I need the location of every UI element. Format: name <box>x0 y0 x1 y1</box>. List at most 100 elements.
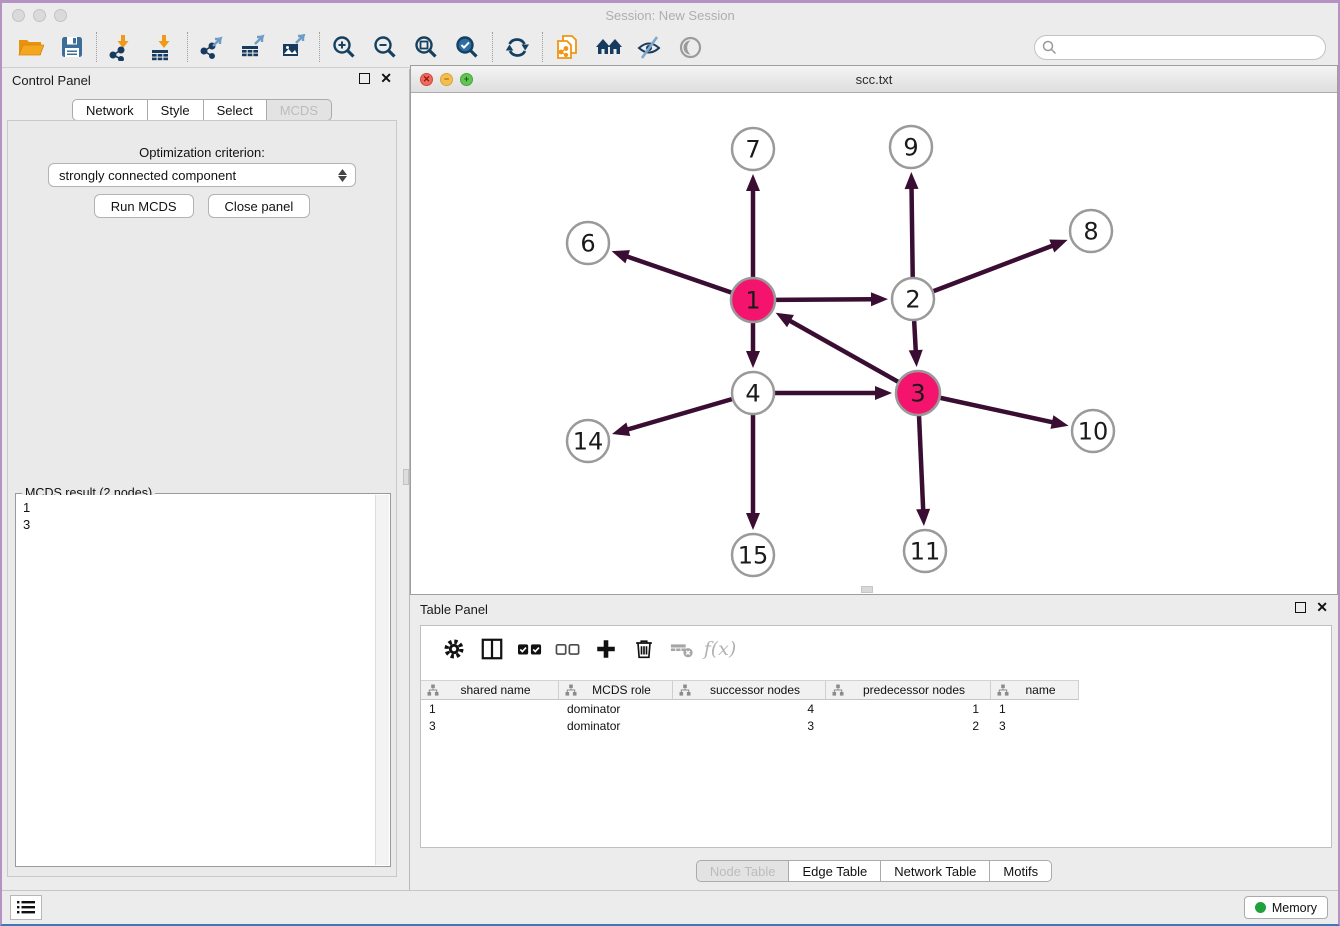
panel-divider[interactable] <box>402 69 410 890</box>
birdseye-button[interactable] <box>670 30 711 64</box>
table-cell[interactable]: dominator <box>559 717 673 734</box>
arrowhead-icon <box>612 250 630 263</box>
tab-mcds[interactable]: MCDS <box>267 99 332 121</box>
import-table-button[interactable] <box>142 30 183 64</box>
node-label: 1 <box>745 287 760 315</box>
table-cell[interactable]: 2 <box>826 717 991 734</box>
network-window-titlebar[interactable]: ✕ − + scc.txt <box>411 66 1337 93</box>
table-panel: Table Panel ✕ <box>410 598 1338 890</box>
zoom-selected-button[interactable] <box>447 30 488 64</box>
network-graph[interactable]: 7968124314101511 <box>411 93 1337 594</box>
tab-motifs[interactable]: Motifs <box>990 860 1052 882</box>
table-cell[interactable]: 1 <box>991 700 1079 717</box>
arrowhead-icon <box>916 509 930 526</box>
node-label: 8 <box>1083 218 1098 246</box>
tab-edge-table[interactable]: Edge Table <box>789 860 881 882</box>
edge-1-6[interactable] <box>626 256 731 292</box>
tab-network-table[interactable]: Network Table <box>881 860 990 882</box>
split-panel-button[interactable] <box>473 631 511 667</box>
table-cell[interactable]: 3 <box>991 717 1079 734</box>
refresh-button[interactable] <box>497 30 538 64</box>
table-tabs: Node TableEdge TableNetwork TableMotifs <box>696 860 1052 882</box>
mcds-result-box: MCDS result (2 nodes) 1 3 <box>15 493 391 867</box>
search-icon <box>1042 40 1057 55</box>
control-panel-tabs: NetworkStyleSelectMCDS <box>72 99 332 121</box>
column-header-shared-name[interactable]: shared name <box>421 680 559 700</box>
table-cell[interactable]: 3 <box>421 717 559 734</box>
mcds-result-text[interactable]: 1 3 <box>17 495 375 865</box>
task-history-button[interactable] <box>10 895 42 920</box>
float-panel-icon[interactable] <box>1295 602 1306 613</box>
result-scrollbar[interactable] <box>375 495 389 865</box>
zoom-in-button[interactable] <box>324 30 365 64</box>
tab-node-table[interactable]: Node Table <box>696 860 790 882</box>
close-panel-icon[interactable]: ✕ <box>1316 602 1328 613</box>
table-row[interactable]: 1dominator411 <box>421 700 1331 717</box>
import-network-button[interactable] <box>101 30 142 64</box>
export-table-icon <box>240 34 267 61</box>
column-header-name[interactable]: name <box>991 680 1079 700</box>
export-table-button[interactable] <box>233 30 274 64</box>
column-header-successor-nodes[interactable]: successor nodes <box>673 680 826 700</box>
network-canvas[interactable]: 7968124314101511 <box>411 93 1337 594</box>
tab-style[interactable]: Style <box>148 99 204 121</box>
hide-graphics-button[interactable] <box>629 30 670 64</box>
zoom-fit-button[interactable] <box>406 30 447 64</box>
save-session-button[interactable] <box>51 30 92 64</box>
edge-1-2[interactable] <box>776 299 873 300</box>
float-panel-icon[interactable] <box>359 73 370 84</box>
edge-3-1[interactable] <box>789 320 898 382</box>
table-cell[interactable]: 3 <box>673 717 826 734</box>
function-builder-button[interactable]: f(x) <box>701 631 739 667</box>
edge-3-11[interactable] <box>919 416 923 511</box>
export-image-button[interactable] <box>274 30 315 64</box>
toolbar-separator <box>187 32 188 62</box>
tab-network[interactable]: Network <box>72 99 148 121</box>
close-panel-icon[interactable]: ✕ <box>380 73 392 84</box>
edge-2-9[interactable] <box>912 187 913 277</box>
table-cell[interactable]: dominator <box>559 700 673 717</box>
edge-2-8[interactable] <box>934 245 1054 291</box>
search-input[interactable] <box>1034 35 1326 60</box>
node-label: 6 <box>580 230 595 258</box>
delete-table-button[interactable] <box>663 631 701 667</box>
node-label: 14 <box>573 428 604 456</box>
home-button[interactable] <box>588 30 629 64</box>
edge-2-3[interactable] <box>914 321 916 352</box>
node-label: 7 <box>745 136 760 164</box>
network-view-window: ✕ − + scc.txt 7968124314101511 <box>410 65 1338 595</box>
toolbar-separator <box>492 32 493 62</box>
gear-button[interactable] <box>435 631 473 667</box>
open-session-icon <box>17 34 44 60</box>
memory-button[interactable]: Memory <box>1244 896 1328 919</box>
status-bar: Memory <box>2 890 1338 924</box>
add-column-button[interactable] <box>587 631 625 667</box>
zoom-fit-icon <box>413 34 440 61</box>
split-panel-icon <box>480 637 504 661</box>
divider-handle-icon[interactable] <box>403 469 409 485</box>
close-panel-button[interactable]: Close panel <box>208 194 311 218</box>
edge-4-14[interactable] <box>626 399 731 430</box>
open-session-button[interactable] <box>10 30 51 64</box>
table-cell[interactable]: 1 <box>826 700 991 717</box>
table-cell[interactable]: 4 <box>673 700 826 717</box>
select-all-button[interactable] <box>511 631 549 667</box>
table-cell[interactable]: 1 <box>421 700 559 717</box>
application-window: Session: New Session <box>0 0 1340 926</box>
import-network-icon <box>108 34 135 61</box>
export-network-button[interactable] <box>192 30 233 64</box>
control-panel: Control Panel ✕ NetworkStyleSelectMCDS O… <box>2 69 402 890</box>
run-mcds-button[interactable]: Run MCDS <box>94 194 194 218</box>
table-row[interactable]: 3dominator323 <box>421 717 1331 734</box>
delete-column-button[interactable] <box>625 631 663 667</box>
split-handle-icon[interactable] <box>861 586 873 593</box>
zoom-out-button[interactable] <box>365 30 406 64</box>
criterion-dropdown[interactable]: strongly connected component <box>48 163 356 187</box>
deselect-all-button[interactable] <box>549 631 587 667</box>
tab-select[interactable]: Select <box>204 99 267 121</box>
refresh-icon <box>504 34 531 61</box>
column-header-predecessor-nodes[interactable]: predecessor nodes <box>826 680 991 700</box>
column-header-mcds-role[interactable]: MCDS role <box>559 680 673 700</box>
edge-3-10[interactable] <box>940 398 1053 423</box>
clone-network-button[interactable] <box>547 30 588 64</box>
